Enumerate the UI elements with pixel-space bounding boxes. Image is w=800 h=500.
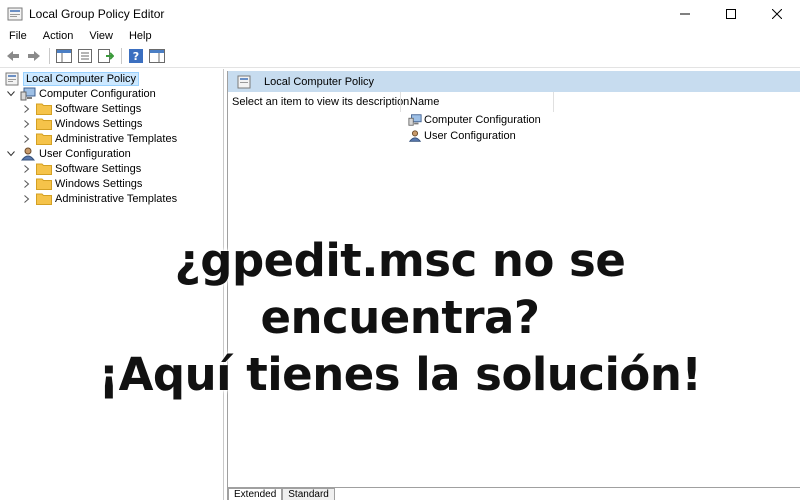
svg-text:?: ? bbox=[133, 50, 139, 63]
menu-file[interactable]: File bbox=[0, 30, 34, 42]
back-button[interactable] bbox=[3, 46, 23, 66]
tree-item-user-administrative-templates[interactable]: Administrative Templates bbox=[21, 191, 177, 206]
close-button[interactable] bbox=[754, 0, 800, 28]
headline-overlay: ¿gpedit.msc no se encuentra? ¡Aquí tiene… bbox=[0, 232, 800, 403]
minimize-button[interactable] bbox=[662, 0, 708, 28]
tree-item-label: Software Settings bbox=[55, 102, 142, 115]
tree-item-computer-configuration[interactable]: Computer Configuration bbox=[5, 86, 156, 101]
properties-icon bbox=[78, 48, 92, 63]
details-pane-header: Local Computer Policy bbox=[228, 71, 800, 92]
toolbar-separator bbox=[49, 47, 50, 64]
forward-button[interactable] bbox=[24, 46, 44, 66]
title-bar: Local Group Policy Editor bbox=[0, 0, 800, 28]
tree-item-label: Computer Configuration bbox=[39, 87, 156, 100]
list-item-label: Computer Configuration bbox=[424, 113, 541, 126]
tree-item-administrative-templates[interactable]: Administrative Templates bbox=[21, 131, 177, 146]
details-pane-title: Local Computer Policy bbox=[264, 75, 375, 88]
tree-item-user-windows-settings[interactable]: Windows Settings bbox=[21, 176, 142, 191]
show-hide-action-pane-button[interactable] bbox=[147, 46, 167, 66]
help-button[interactable]: ? bbox=[126, 46, 146, 66]
minimize-icon bbox=[680, 13, 690, 15]
forward-arrow-icon bbox=[28, 50, 40, 61]
properties-button[interactable] bbox=[75, 46, 95, 66]
tree-item-label: Administrative Templates bbox=[55, 132, 178, 145]
tree-item-label: Software Settings bbox=[55, 162, 142, 175]
maximize-button[interactable] bbox=[708, 0, 754, 28]
headline-line-3: ¡Aquí tienes la solución! bbox=[98, 348, 702, 401]
close-icon bbox=[772, 9, 782, 19]
column-divider bbox=[553, 92, 554, 112]
show-hide-action-pane-icon bbox=[149, 48, 165, 63]
tab-extended[interactable]: Extended bbox=[228, 488, 283, 500]
folder-icon bbox=[36, 132, 52, 146]
tree-item-local-computer-policy[interactable]: Local Computer Policy bbox=[4, 71, 140, 86]
column-divider bbox=[400, 92, 401, 112]
chevron-right-icon[interactable] bbox=[21, 133, 33, 145]
menu-view[interactable]: View bbox=[80, 30, 120, 42]
tree-item-windows-settings[interactable]: Windows Settings bbox=[21, 116, 142, 131]
chevron-down-icon[interactable] bbox=[5, 88, 17, 100]
tree-item-user-configuration[interactable]: User Configuration bbox=[5, 146, 131, 161]
tree-item-label: User Configuration bbox=[39, 147, 131, 160]
chevron-right-icon[interactable] bbox=[21, 193, 33, 205]
menu-action[interactable]: Action bbox=[34, 30, 81, 42]
toolbar: ? bbox=[0, 44, 800, 68]
list-item-computer-configuration[interactable]: Computer Configuration bbox=[408, 112, 541, 127]
chevron-right-icon[interactable] bbox=[21, 118, 33, 130]
folder-icon bbox=[36, 117, 52, 131]
chevron-right-icon[interactable] bbox=[21, 103, 33, 115]
tree-item-software-settings[interactable]: Software Settings bbox=[21, 101, 141, 116]
column-header-name[interactable]: Name bbox=[410, 96, 439, 108]
tree-item-label: Administrative Templates bbox=[55, 192, 178, 205]
tree-item-label: Local Computer Policy bbox=[23, 71, 140, 86]
chevron-right-icon[interactable] bbox=[21, 178, 33, 190]
policy-icon bbox=[4, 72, 20, 86]
export-list-icon bbox=[98, 48, 114, 63]
export-list-button[interactable] bbox=[96, 46, 116, 66]
tab-standard[interactable]: Standard bbox=[282, 488, 335, 500]
folder-icon bbox=[36, 162, 52, 176]
chevron-down-icon[interactable] bbox=[5, 148, 17, 160]
policy-icon bbox=[237, 75, 251, 88]
list-item-user-configuration[interactable]: User Configuration bbox=[408, 128, 516, 143]
chevron-right-icon[interactable] bbox=[21, 163, 33, 175]
tree-item-label: Windows Settings bbox=[55, 177, 143, 190]
tree-item-user-software-settings[interactable]: Software Settings bbox=[21, 161, 141, 176]
back-arrow-icon bbox=[7, 50, 19, 61]
show-hide-console-tree-button[interactable] bbox=[54, 46, 74, 66]
menu-help[interactable]: Help bbox=[120, 30, 159, 42]
folder-icon bbox=[36, 192, 52, 206]
policy-editor-app-icon bbox=[7, 7, 23, 21]
window-controls bbox=[662, 0, 800, 28]
help-icon: ? bbox=[129, 48, 143, 63]
description-text: Select an item to view its description. bbox=[232, 96, 413, 108]
headline-line-2: encuentra? bbox=[260, 291, 541, 344]
menu-bar: File Action View Help bbox=[0, 28, 800, 44]
computer-icon bbox=[408, 113, 422, 126]
maximize-icon bbox=[726, 9, 736, 19]
headline-line-1: ¿gpedit.msc no se bbox=[174, 234, 626, 287]
view-tabs: Extended Standard bbox=[228, 488, 335, 500]
computer-icon bbox=[20, 87, 36, 101]
show-hide-console-tree-icon bbox=[56, 48, 72, 63]
window-title: Local Group Policy Editor bbox=[29, 7, 165, 21]
user-icon bbox=[408, 129, 422, 142]
tree-item-label: Windows Settings bbox=[55, 117, 143, 130]
user-icon bbox=[20, 147, 36, 161]
folder-icon bbox=[36, 102, 52, 116]
folder-icon bbox=[36, 177, 52, 191]
toolbar-separator bbox=[121, 47, 122, 64]
list-item-label: User Configuration bbox=[424, 129, 516, 142]
